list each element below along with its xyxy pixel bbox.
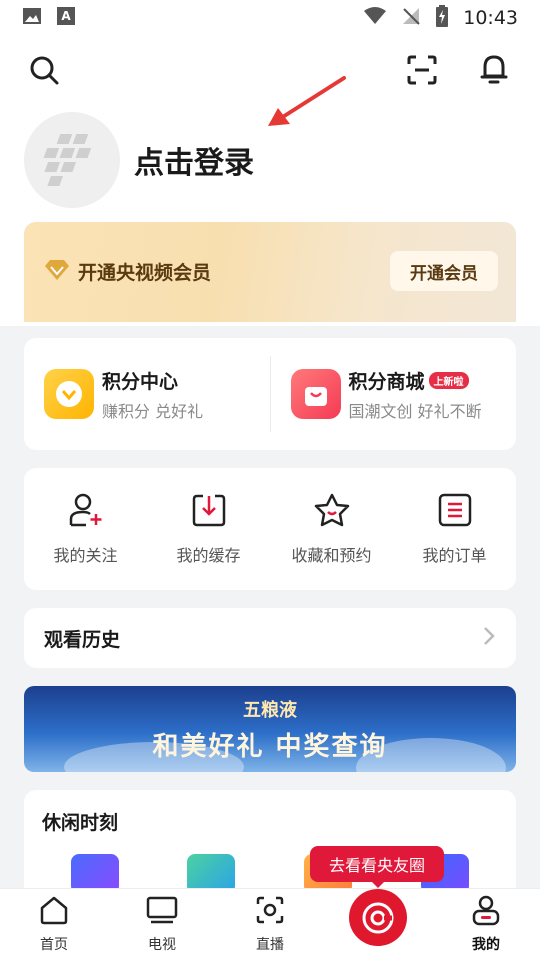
- battery-charging-icon: [435, 5, 449, 31]
- leisure-title: 休闲时刻: [42, 812, 119, 834]
- tooltip-tail: [370, 880, 386, 888]
- app-a-icon: A: [56, 6, 76, 30]
- image-icon: [22, 6, 42, 30]
- vip-title: 开通央视频会员: [78, 262, 212, 284]
- tab-profile-label: 我的: [472, 937, 500, 953]
- person-add-icon: [68, 492, 104, 532]
- points-card: 积分中心 赚积分 兑好礼 积分商城 上新啦 国潮文创 好礼不断: [24, 338, 516, 450]
- points-center-subtitle: 赚积分 兑好礼: [102, 401, 204, 421]
- friends-circle-tooltip[interactable]: 去看看央友圈: [310, 846, 444, 882]
- tab-profile[interactable]: 我的: [432, 889, 540, 960]
- bell-icon[interactable]: [474, 50, 514, 90]
- wifi-icon: [363, 6, 387, 30]
- quick-favorites[interactable]: 收藏和预约: [270, 492, 393, 566]
- open-vip-button[interactable]: 开通会员: [390, 251, 498, 291]
- quick-orders[interactable]: 我的订单: [393, 492, 516, 566]
- star-icon: [313, 492, 351, 532]
- svg-text:A: A: [61, 9, 71, 23]
- points-center-icon: [44, 369, 94, 419]
- scan-icon[interactable]: [402, 50, 442, 90]
- points-center[interactable]: 积分中心 赚积分 兑好礼: [24, 367, 270, 422]
- points-mall-subtitle: 国潮文创 好礼不断: [348, 401, 482, 421]
- tv-icon: [145, 894, 179, 930]
- points-mall-title: 积分商城: [348, 370, 425, 393]
- arrow-indicator-icon: [262, 74, 352, 138]
- login-prompt[interactable]: 点击登录: [134, 138, 254, 182]
- quick-follow[interactable]: 我的关注: [24, 492, 147, 566]
- profile-login[interactable]: 点击登录: [24, 112, 254, 208]
- quick-cache[interactable]: 我的缓存: [147, 492, 270, 566]
- diamond-icon: [44, 259, 70, 285]
- avatar[interactable]: [24, 112, 120, 208]
- home-icon: [38, 894, 70, 930]
- no-signal-icon: [401, 6, 421, 30]
- search-icon[interactable]: [24, 50, 64, 90]
- tab-live[interactable]: 直播: [216, 889, 324, 960]
- banner-brand: 五粮液: [243, 700, 297, 721]
- chevron-right-icon: [482, 625, 496, 651]
- tab-home-label: 首页: [40, 937, 68, 953]
- status-time: 10:43: [463, 7, 518, 29]
- tab-home[interactable]: 首页: [0, 889, 108, 960]
- status-bar: A 10:43: [0, 0, 540, 36]
- quick-follow-label: 我的关注: [53, 546, 118, 565]
- history-title: 观看历史: [44, 628, 121, 651]
- quick-cache-label: 我的缓存: [176, 546, 241, 565]
- profile-icon: [470, 894, 502, 930]
- new-badge: 上新啦: [428, 371, 469, 389]
- tab-friends-circle[interactable]: [324, 889, 432, 960]
- tab-tv-label: 电视: [148, 937, 176, 953]
- tab-tv[interactable]: 电视: [108, 889, 216, 960]
- download-icon: [191, 492, 227, 532]
- tab-live-label: 直播: [256, 937, 284, 953]
- watch-history-row[interactable]: 观看历史: [24, 608, 516, 668]
- points-center-title: 积分中心: [102, 370, 179, 393]
- vip-banner[interactable]: 开通央视频会员 开通会员: [24, 222, 516, 322]
- friends-circle-icon[interactable]: [349, 889, 407, 946]
- shopping-bag-icon: [290, 369, 341, 419]
- quick-orders-label: 我的订单: [422, 546, 487, 565]
- promo-banner[interactable]: 五粮液 和美好礼 中奖查询: [24, 686, 516, 772]
- quick-favorites-label: 收藏和预约: [291, 546, 372, 565]
- quick-actions-card: 我的关注 我的缓存 收藏和预约 我的订单: [24, 468, 516, 590]
- bottom-tab-bar: 首页 电视 直播 我的: [0, 888, 540, 960]
- leisure-card: 休闲时刻: [24, 790, 516, 900]
- live-icon: [254, 894, 286, 930]
- banner-title: 和美好礼 中奖查询: [152, 732, 388, 762]
- order-icon: [437, 492, 473, 532]
- points-mall[interactable]: 积分商城 上新啦 国潮文创 好礼不断: [271, 367, 517, 422]
